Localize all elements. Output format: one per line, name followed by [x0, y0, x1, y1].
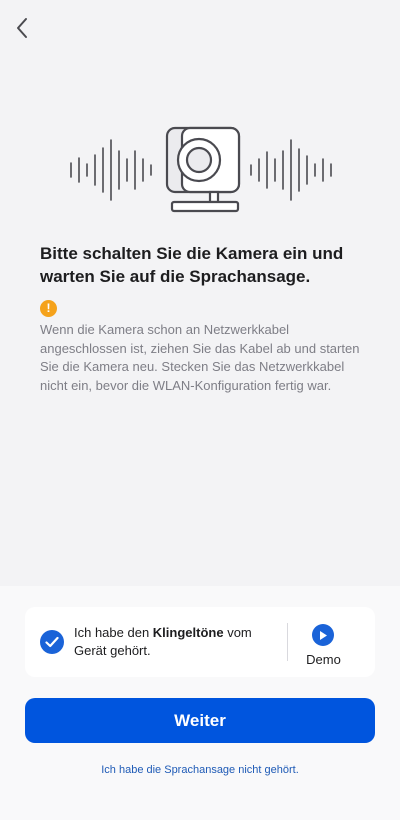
not-heard-link[interactable]: Ich habe die Sprachansage nicht gehört. [0, 764, 400, 776]
camera-sound-waves-icon [70, 126, 332, 213]
chevron-left-icon [17, 18, 27, 38]
notice-text: Wenn die Kamera schon an Netzwerkkabel a… [40, 322, 360, 393]
page-title: Bitte schalten Sie die Kamera ein und wa… [40, 244, 344, 286]
page: Bitte schalten Sie die Kamera ein und wa… [0, 0, 400, 820]
demo-label: Demo [306, 652, 341, 667]
confirm-label[interactable]: Ich habe den Klingeltöne vom Gerät gehör… [74, 624, 274, 660]
play-icon [312, 624, 334, 646]
confirm-card: Ich habe den Klingeltöne vom Gerät gehör… [25, 607, 375, 677]
card-divider [287, 623, 288, 661]
confirm-checkbox[interactable] [40, 630, 64, 654]
warning-icon: ! [40, 300, 57, 317]
checkmark-icon [45, 636, 59, 648]
confirm-text-before: Ich habe den [74, 625, 153, 640]
demo-button[interactable]: Demo [295, 622, 352, 667]
confirm-text-bold: Klingeltöne [152, 625, 224, 640]
continue-button[interactable]: Weiter [25, 698, 375, 743]
back-button[interactable] [10, 14, 34, 42]
camera-illustration [0, 118, 400, 218]
